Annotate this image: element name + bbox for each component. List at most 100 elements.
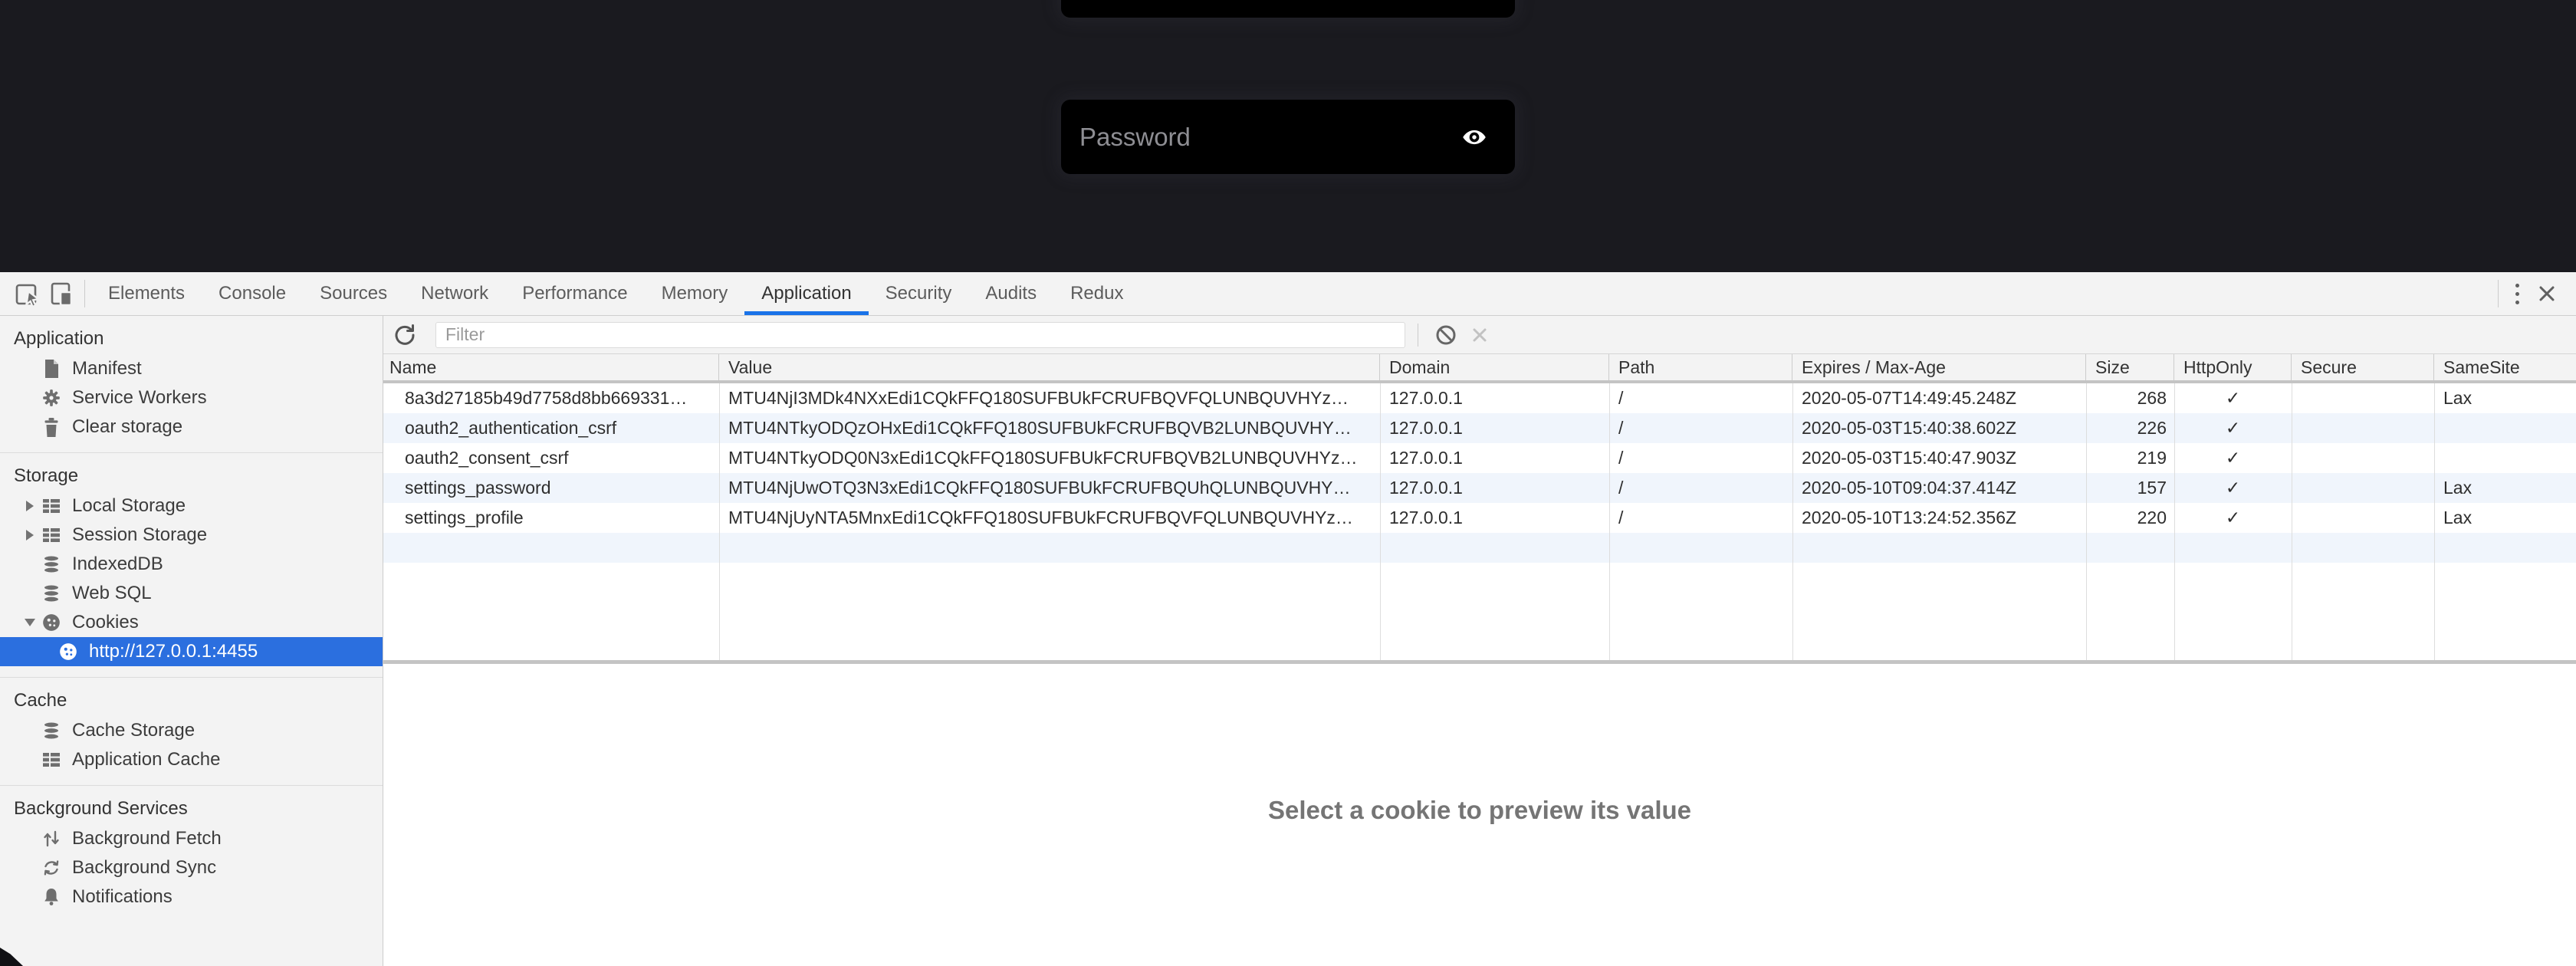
cell-expires: 2020-05-10T09:04:37.414Z	[1792, 473, 2086, 503]
table-icon	[40, 751, 63, 769]
table-row[interactable]: oauth2_consent_csrf MTU4NTkyODQ0N3xEdi1C…	[383, 443, 2576, 473]
sidebar-item-web-sql[interactable]: Web SQL	[0, 579, 383, 608]
column-header-httponly[interactable]: HttpOnly	[2174, 354, 2292, 380]
cell-httponly: ✓	[2174, 413, 2292, 443]
filter-input[interactable]	[435, 322, 1405, 348]
more-options-icon[interactable]	[2505, 278, 2530, 310]
database-icon	[40, 554, 63, 574]
cookie-icon	[57, 642, 80, 662]
sidebar-item-service-workers[interactable]: Service Workers	[0, 383, 383, 412]
close-icon[interactable]	[2530, 277, 2564, 310]
manifest-file-icon	[40, 358, 63, 380]
sidebar-item-label: IndexedDB	[72, 554, 163, 575]
sidebar-item-session-storage[interactable]: Session Storage	[0, 521, 383, 550]
cell-path: /	[1609, 443, 1792, 473]
column-header-size[interactable]: Size	[2086, 354, 2174, 380]
refresh-icon[interactable]	[388, 323, 422, 347]
email-field-cropped[interactable]	[1061, 0, 1515, 18]
clear-all-cookies-icon[interactable]	[1429, 324, 1463, 347]
cell-path: /	[1609, 383, 1792, 413]
sidebar-item-manifest[interactable]: Manifest	[0, 354, 383, 383]
cell-name: settings_profile	[383, 503, 719, 533]
column-header-path[interactable]: Path	[1609, 354, 1792, 380]
tab-application[interactable]: Application	[744, 272, 868, 315]
sidebar-item-background-sync[interactable]: Background Sync	[0, 853, 383, 882]
section-title-cache: Cache	[0, 685, 383, 716]
cell-domain: 127.0.0.1	[1380, 503, 1609, 533]
password-field[interactable]	[1061, 100, 1515, 174]
column-header-expires[interactable]: Expires / Max-Age	[1792, 354, 2086, 380]
sidebar-item-label: Web SQL	[72, 583, 152, 604]
sidebar-item-cookie-origin[interactable]: http://127.0.0.1:4455	[0, 637, 383, 666]
database-icon	[40, 583, 63, 603]
table-row[interactable]: oauth2_authentication_csrf MTU4NTkyODQzO…	[383, 413, 2576, 443]
cell-name: oauth2_consent_csrf	[383, 443, 719, 473]
devtools-tabbar: Elements Console Sources Network Perform…	[0, 272, 2576, 316]
device-toolbar-icon[interactable]	[44, 277, 78, 310]
cell-httponly: ✓	[2174, 443, 2292, 473]
sidebar-item-clear-storage[interactable]: Clear storage	[0, 412, 383, 442]
tab-security[interactable]: Security	[869, 272, 969, 315]
sidebar-item-indexeddb[interactable]: IndexedDB	[0, 550, 383, 579]
cell-httponly: ✓	[2174, 383, 2292, 413]
cell-size: 268	[2086, 383, 2174, 413]
application-sidebar: Application Manifest	[0, 316, 383, 966]
sidebar-item-label: http://127.0.0.1:4455	[89, 641, 258, 662]
column-header-value[interactable]: Value	[719, 354, 1380, 380]
tab-sources[interactable]: Sources	[303, 272, 404, 315]
password-field-container	[1061, 100, 1515, 174]
tabbar-divider	[84, 280, 85, 307]
inspect-element-icon[interactable]	[11, 277, 44, 310]
cookies-panel: Name Value Domain Path Expires / Max-Age…	[383, 316, 2576, 966]
cell-secure	[2292, 383, 2434, 413]
tab-elements[interactable]: Elements	[91, 272, 202, 315]
column-header-secure[interactable]: Secure	[2292, 354, 2434, 380]
devtools-tabs: Elements Console Sources Network Perform…	[91, 272, 1140, 315]
cell-value: MTU4NTkyODQzOHxEdi1CQkFFQ180SUFBUkFCRUFB…	[719, 413, 1380, 443]
column-header-name[interactable]: Name	[383, 354, 719, 380]
sidebar-item-label: Clear storage	[72, 416, 182, 438]
cell-size: 220	[2086, 503, 2174, 533]
sidebar-item-label: Background Sync	[72, 857, 216, 879]
section-title-application: Application	[0, 324, 383, 354]
table-row[interactable]: settings_password MTU4NjUwOTQ3N3xEdi1CQk…	[383, 473, 2576, 503]
sidebar-item-cache-storage[interactable]: Cache Storage	[0, 716, 383, 745]
column-header-samesite[interactable]: SameSite	[2434, 354, 2576, 380]
tab-redux[interactable]: Redux	[1053, 272, 1140, 315]
table-icon	[40, 526, 63, 544]
sidebar-item-cookies[interactable]: Cookies	[0, 608, 383, 637]
table-row[interactable]: settings_profile MTU4NjUyNTA5MnxEdi1CQkF…	[383, 503, 2576, 533]
sidebar-item-label: Manifest	[72, 358, 142, 380]
tab-performance[interactable]: Performance	[505, 272, 644, 315]
chevron-right-icon[interactable]	[26, 501, 34, 511]
delete-selected-icon[interactable]	[1463, 325, 1497, 345]
chevron-down-icon[interactable]	[25, 619, 35, 626]
eye-icon[interactable]	[1461, 124, 1487, 150]
sidebar-item-label: Session Storage	[72, 524, 207, 546]
sidebar-item-background-fetch[interactable]: Background Fetch	[0, 824, 383, 853]
cell-size: 226	[2086, 413, 2174, 443]
chevron-right-icon[interactable]	[26, 530, 34, 540]
cell-path: /	[1609, 503, 1792, 533]
sidebar-item-local-storage[interactable]: Local Storage	[0, 491, 383, 521]
tabbar-right-divider	[2498, 280, 2499, 307]
cookie-table-header: Name Value Domain Path Expires / Max-Age…	[383, 354, 2576, 383]
table-row[interactable]: 8a3d27185b49d7758d8bb669331… MTU4NjI3MDk…	[383, 383, 2576, 413]
cell-secure	[2292, 473, 2434, 503]
mouse-cursor	[0, 948, 23, 966]
tab-network[interactable]: Network	[404, 272, 505, 315]
cookie-table-body: 8a3d27185b49d7758d8bb669331… MTU4NjI3MDk…	[383, 383, 2576, 660]
sidebar-item-application-cache[interactable]: Application Cache	[0, 745, 383, 774]
table-row-empty[interactable]	[383, 533, 2576, 563]
tab-console[interactable]: Console	[202, 272, 303, 315]
column-header-domain[interactable]: Domain	[1380, 354, 1609, 380]
tab-audits[interactable]: Audits	[968, 272, 1053, 315]
sidebar-item-label: Cache Storage	[72, 720, 195, 741]
cell-samesite	[2434, 413, 2576, 443]
sidebar-item-notifications[interactable]: Notifications	[0, 882, 383, 912]
section-title-storage: Storage	[0, 461, 383, 491]
cell-value: MTU4NTkyODQ0N3xEdi1CQkFFQ180SUFBUkFCRUFB…	[719, 443, 1380, 473]
sidebar-item-label: Notifications	[72, 886, 172, 908]
tab-memory[interactable]: Memory	[645, 272, 745, 315]
database-icon	[40, 721, 63, 741]
